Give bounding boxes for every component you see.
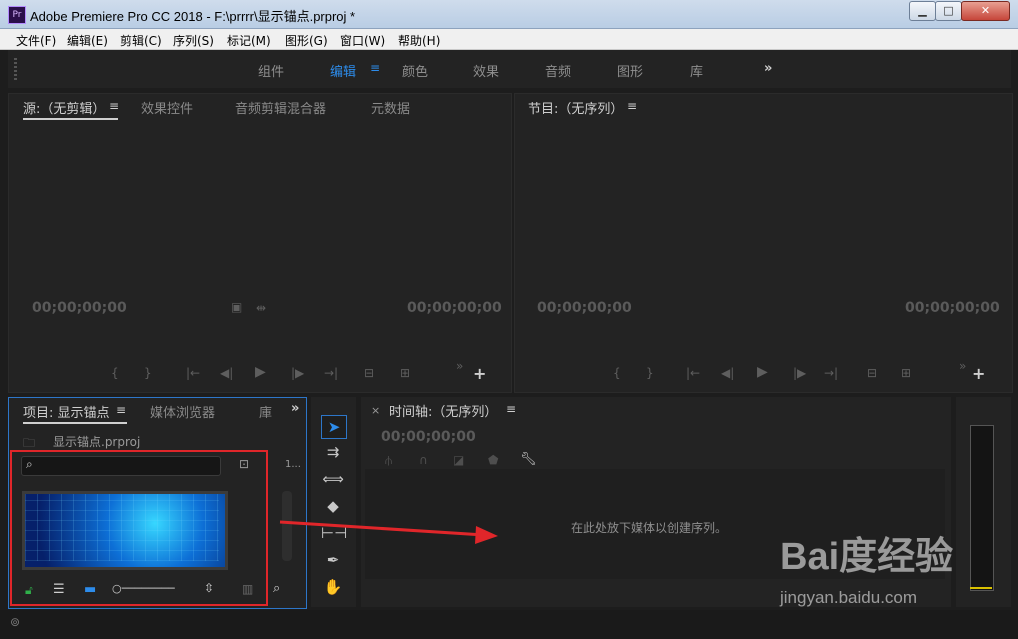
creative-cloud-icon[interactable]: ⊚ <box>10 615 20 629</box>
timeline-close-icon[interactable]: × <box>371 404 380 417</box>
menu-graphics[interactable]: 图形(G) <box>285 32 328 49</box>
snap-icon[interactable]: ⫛ <box>385 453 392 468</box>
linked-selection-icon[interactable]: ∩ <box>419 453 428 467</box>
go-to-in-icon[interactable]: |← <box>686 366 700 380</box>
item-count: 1... <box>285 459 301 470</box>
tab-media-browser[interactable]: 媒体浏览器 <box>150 402 215 421</box>
workspace-tab-editing[interactable]: 编辑 <box>330 61 356 80</box>
workspace-tab-graphics[interactable]: 图形 <box>617 61 643 80</box>
hand-tool-icon[interactable]: ✋ <box>321 576 345 598</box>
annotation-highlight-box <box>10 450 268 606</box>
tools-panel: ➤ ⇉ ⟺ ◆ ⊢⊣ ✒ ✋ <box>311 397 356 607</box>
overwrite-clip-icon[interactable]: ⊞ <box>400 366 410 380</box>
mark-out-icon[interactable]: } <box>144 366 152 380</box>
tab-program[interactable]: 节目:（无序列） <box>528 98 623 117</box>
source-timecode-current[interactable]: 00;00;00;00 <box>32 300 127 316</box>
close-button[interactable]: ✕ <box>961 1 1010 21</box>
window-titlebar: Pr Adobe Premiere Pro CC 2018 - F:\prrrr… <box>0 0 1018 29</box>
premiere-app-icon: Pr <box>8 6 26 24</box>
step-back-icon[interactable]: ◀| <box>721 366 734 380</box>
menu-sequence[interactable]: 序列(S) <box>173 32 214 49</box>
selection-tool-icon[interactable]: ➤ <box>321 415 347 439</box>
mark-in-icon[interactable]: { <box>613 366 621 380</box>
grip-handle[interactable] <box>14 58 17 80</box>
program-timecode-current[interactable]: 00;00;00;00 <box>537 300 632 316</box>
status-bar: ⊚ <box>0 610 1018 639</box>
active-tab-underline <box>23 422 127 424</box>
add-marker-icon[interactable]: ◪ <box>453 453 464 467</box>
audio-meter <box>970 425 994 591</box>
marker-icon[interactable]: ⬟ <box>488 453 498 467</box>
track-select-tool-icon[interactable]: ⇉ <box>321 441 345 463</box>
play-icon[interactable]: ▶ <box>255 364 266 380</box>
go-to-out-icon[interactable]: →| <box>324 366 338 380</box>
workspace-tab-libraries[interactable]: 库 <box>690 61 703 80</box>
audio-meter-panel <box>956 397 1011 607</box>
go-to-out-icon[interactable]: →| <box>824 366 838 380</box>
workspace-menu-icon[interactable]: ≡ <box>370 61 380 75</box>
ripple-edit-tool-icon[interactable]: ⟺ <box>321 468 345 490</box>
find-icon[interactable]: ⌕ <box>273 581 280 596</box>
workspace-tab-color[interactable]: 颜色 <box>402 61 428 80</box>
baidu-watermark-logo: Bai度经验 <box>780 536 954 578</box>
minimize-button[interactable]: ▁ <box>909 1 936 21</box>
step-back-icon[interactable]: ◀| <box>220 366 233 380</box>
tab-metadata[interactable]: 元数据 <box>371 98 410 117</box>
wrench-icon[interactable]: 🔧︎ <box>520 452 537 467</box>
timeline-timecode[interactable]: 00;00;00;00 <box>381 429 476 445</box>
window-title: Adobe Premiere Pro CC 2018 - F:\prrrr\显示… <box>30 9 356 24</box>
baidu-watermark-url: jingyan.baidu.com <box>780 588 918 607</box>
tab-libraries[interactable]: 庫 <box>259 402 272 421</box>
mark-in-icon[interactable]: { <box>111 366 119 380</box>
razor-tool-icon[interactable]: ◆ <box>321 495 345 517</box>
drop-media-message: 在此处放下媒体以创建序列。 <box>571 521 728 535</box>
step-forward-icon[interactable]: |▶ <box>793 366 806 380</box>
project-file-name: 显示锚点.prproj <box>53 435 141 449</box>
program-panel-menu-icon[interactable]: ≡ <box>627 99 637 113</box>
project-panel-menu-icon[interactable]: ≡ <box>116 403 126 417</box>
menu-bar: 文件(F) 编辑(E) 剪辑(C) 序列(S) 标记(M) 图形(G) 窗口(W… <box>0 29 1018 50</box>
source-timecode-duration: 00;00;00;00 <box>407 300 502 316</box>
source-panel-menu-icon[interactable]: ≡ <box>109 99 119 113</box>
maximize-button[interactable]: □ <box>935 1 962 21</box>
menu-window[interactable]: 窗口(W) <box>340 32 385 49</box>
tab-effect-controls[interactable]: 效果控件 <box>141 98 193 117</box>
insert-icon[interactable]: ▣ <box>231 300 242 314</box>
go-to-in-icon[interactable]: |← <box>186 366 200 380</box>
step-forward-icon[interactable]: |▶ <box>291 366 304 380</box>
annotation-arrow <box>279 520 498 544</box>
menu-edit[interactable]: 编辑(E) <box>67 32 108 49</box>
pen-tool-icon[interactable]: ✒ <box>321 549 345 571</box>
insert-clip-icon[interactable]: ⊟ <box>364 366 374 380</box>
program-timecode-duration: 00;00;00;00 <box>905 300 1000 316</box>
audio-meter-level <box>970 587 992 589</box>
workspace-tab-assembly[interactable]: 组件 <box>258 61 284 80</box>
extract-icon[interactable]: ⊞ <box>901 366 911 380</box>
active-tab-underline <box>23 118 118 120</box>
timeline-menu-icon[interactable]: ≡ <box>506 402 516 416</box>
tab-audio-clip-mixer[interactable]: 音频剪辑混合器 <box>235 98 326 117</box>
program-more-icon[interactable]: » <box>959 359 966 373</box>
button-editor-add-icon[interactable]: + <box>473 364 486 383</box>
tab-source[interactable]: 源:（无剪辑） <box>23 98 105 117</box>
drag-video-icon[interactable]: ⇹ <box>256 301 266 315</box>
lift-icon[interactable]: ⊟ <box>867 366 877 380</box>
menu-file[interactable]: 文件(F) <box>16 32 56 49</box>
menu-marker[interactable]: 标记(M) <box>227 32 271 49</box>
source-more-icon[interactable]: » <box>456 359 463 373</box>
mark-out-icon[interactable]: } <box>646 366 654 380</box>
workspace-bar: 组件 编辑 ≡ 颜色 效果 音频 图形 库 » <box>8 50 1011 88</box>
workspace-overflow-button[interactable]: » <box>764 61 772 76</box>
menu-help[interactable]: 帮助(H) <box>398 32 440 49</box>
workspace-tab-effects[interactable]: 效果 <box>473 61 499 80</box>
timeline-title[interactable]: 时间轴:（无序列） <box>389 401 497 420</box>
play-icon[interactable]: ▶ <box>757 364 768 380</box>
tab-project[interactable]: 项目: 显示锚点 <box>23 402 110 421</box>
source-monitor-panel: 源:（无剪辑） ≡ 效果控件 音频剪辑混合器 元数据 00;00;00;00 ▣… <box>8 93 512 393</box>
menu-clip[interactable]: 剪辑(C) <box>120 32 162 49</box>
program-monitor-panel: 节目:（无序列） ≡ 00;00;00;00 00;00;00;00 { } |… <box>514 93 1013 393</box>
project-overflow-icon[interactable]: » <box>291 401 299 416</box>
button-editor-add-icon[interactable]: + <box>972 364 985 383</box>
workspace-tab-audio[interactable]: 音频 <box>545 61 571 80</box>
